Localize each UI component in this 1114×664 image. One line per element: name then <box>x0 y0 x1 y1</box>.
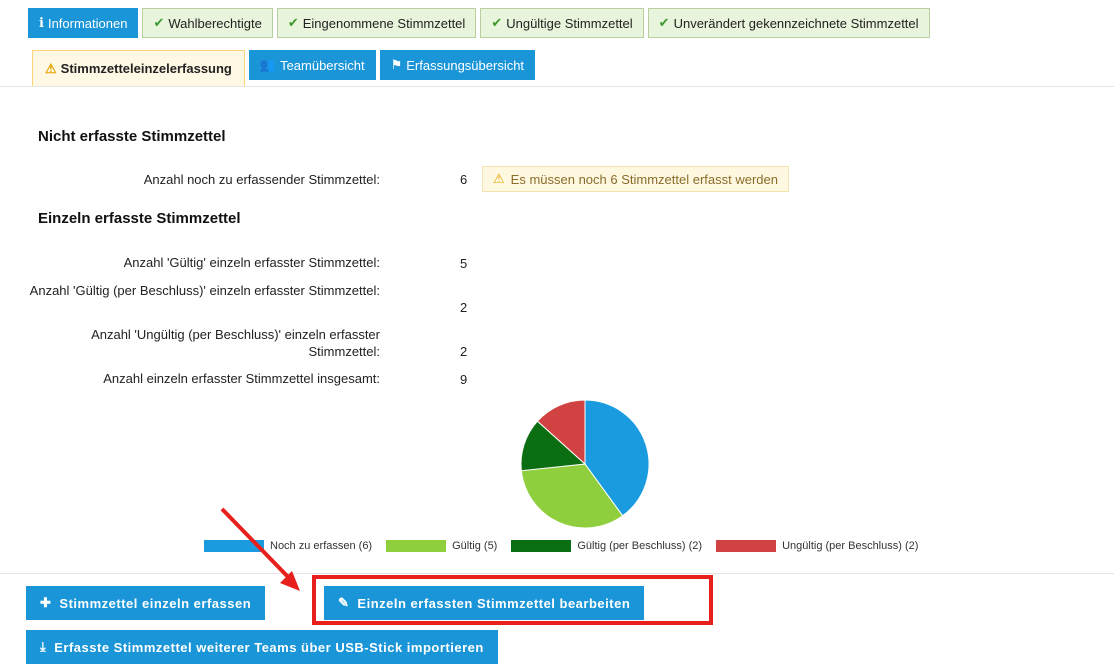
highlight-box <box>312 575 713 625</box>
legend-swatch <box>716 540 777 552</box>
legend-label: Ungültig (per Beschluss) (2) <box>782 540 919 552</box>
section-title-einzeln-erfasst: Einzeln erfasste Stimmzettel <box>38 210 241 227</box>
button-label: Erfasste Stimmzettel weiterer Teams über… <box>54 639 484 655</box>
tab-erfassungsuebersicht[interactable]: ⚑ Erfassungsübersicht <box>379 50 536 80</box>
warning-icon: ⚠ <box>493 171 505 186</box>
tab-label: Ungültige Stimmzettel <box>506 15 633 31</box>
tab-ungueltige-stimmzettel[interactable]: ✔ Ungültige Stimmzettel <box>480 8 644 38</box>
label-gueltig: Anzahl 'Gültig' einzeln erfasster Stimmz… <box>123 255 380 270</box>
tab-label: Teamübersicht <box>280 57 365 73</box>
warning-text: Es müssen noch 6 Stimmzettel erfasst wer… <box>510 171 778 187</box>
tab-label: Erfassungsübersicht <box>406 57 525 73</box>
tab-label: Informationen <box>47 15 128 31</box>
value-insgesamt: 9 <box>460 372 468 387</box>
label-ungueltig-beschluss: Anzahl 'Ungültig (per Beschluss)' einzel… <box>91 327 380 359</box>
legend-label: Gültig (per Beschluss) (2) <box>577 540 703 552</box>
legend-swatch <box>386 540 447 552</box>
team-icon: 👥 <box>259 57 277 72</box>
tab-stimmzetteleinzelerfassung[interactable]: ⚠ Stimmzetteleinzelerfassung <box>32 50 245 86</box>
tab-bar-primary: ℹ Informationen ✔ Wahlberechtigte ✔ Eing… <box>28 8 934 44</box>
legend-item: Ungültig (per Beschluss) (2) <box>716 540 918 552</box>
check-circle-icon: ✔ <box>287 15 299 30</box>
value-gueltig-beschluss: 2 <box>460 300 468 315</box>
flag-icon: ⚑ <box>390 57 403 72</box>
tab-label: Eingenommene Stimmzettel <box>302 15 466 31</box>
tab-label: Wahlberechtigte <box>168 15 262 31</box>
section-title-nicht-erfasst: Nicht erfasste Stimmzettel <box>38 128 226 145</box>
tab-bar-secondary: ⚠ Stimmzetteleinzelerfassung 👥 Teamübers… <box>32 50 539 86</box>
info-icon: ℹ <box>39 15 44 30</box>
button-label: Stimmzettel einzeln erfassen <box>59 595 252 611</box>
label-noch-zu-erfassen: Anzahl noch zu erfassender Stimmzettel: <box>143 172 380 187</box>
value-noch-zu-erfassen: 6 <box>460 172 468 187</box>
warning-icon: ⚠ <box>45 60 57 76</box>
action-divider <box>0 573 1114 574</box>
check-circle-icon: ✔ <box>658 15 670 30</box>
plus-icon: ✚ <box>40 595 52 610</box>
tab-wahlberechtigte[interactable]: ✔ Wahlberechtigte <box>142 8 273 38</box>
annotation-arrow-icon <box>220 507 300 591</box>
warning-alert: ⚠ Es müssen noch 6 Stimmzettel erfasst w… <box>482 166 789 192</box>
label-gueltig-beschluss: Anzahl 'Gültig (per Beschluss)' einzeln … <box>29 283 380 298</box>
legend-item: Gültig (per Beschluss) (2) <box>511 540 702 552</box>
legend-item: Gültig (5) <box>386 540 497 552</box>
tab-teamuebersicht[interactable]: 👥 Teamübersicht <box>248 50 376 80</box>
chart-legend: Noch zu erfassen (6) Gültig (5) Gültig (… <box>204 540 932 552</box>
import-usb-button[interactable]: ⤓ Erfasste Stimmzettel weiterer Teams üb… <box>26 630 498 664</box>
label-insgesamt: Anzahl einzeln erfasster Stimmzettel ins… <box>103 371 380 386</box>
legend-label: Gültig (5) <box>452 540 498 552</box>
pie-chart <box>520 399 650 529</box>
tab-informationen[interactable]: ℹ Informationen <box>28 8 139 38</box>
tab-label: Unverändert gekennzeichnete Stimmzettel <box>673 15 919 31</box>
value-ungueltig-beschluss: 2 <box>460 344 468 359</box>
panel-divider <box>0 86 1114 87</box>
check-circle-icon: ✔ <box>153 15 165 30</box>
value-gueltig: 5 <box>460 256 468 271</box>
check-circle-icon: ✔ <box>491 15 503 30</box>
tab-unveraendert-gekennzeichnete[interactable]: ✔ Unverändert gekennzeichnete Stimmzette… <box>647 8 930 38</box>
tab-label: Stimmzetteleinzelerfassung <box>60 61 232 76</box>
legend-swatch <box>511 540 572 552</box>
tab-eingenommene-stimmzettel[interactable]: ✔ Eingenommene Stimmzettel <box>276 8 477 38</box>
download-icon: ⤓ <box>40 639 47 654</box>
